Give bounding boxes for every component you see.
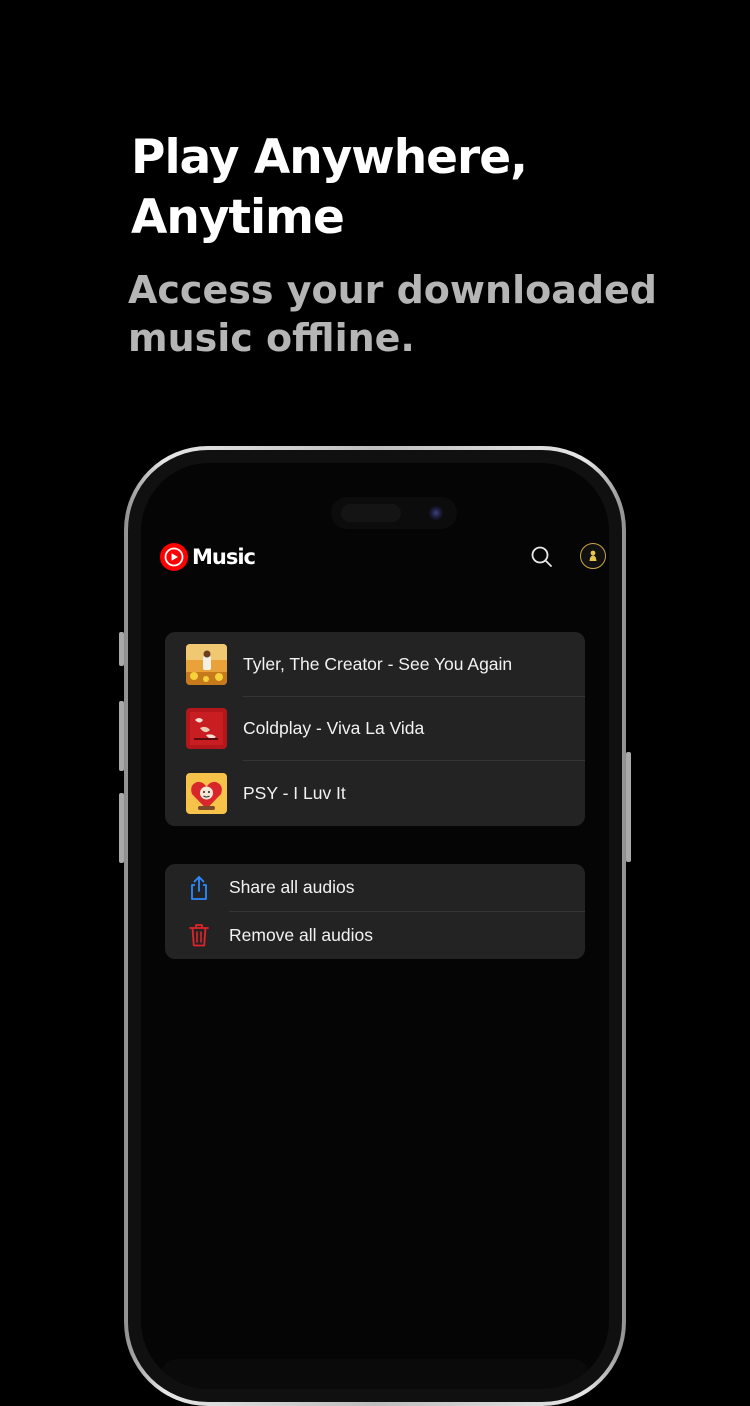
trash-icon bbox=[189, 924, 209, 947]
promo-subheadline-line-2: music offline. bbox=[128, 316, 415, 360]
promo-headline: Play Anywhere, Anytime bbox=[131, 128, 691, 248]
album-art-tyler bbox=[186, 643, 227, 685]
island-sensor bbox=[341, 504, 401, 522]
remove-all-label: Remove all audios bbox=[229, 924, 373, 945]
phone-screen: Music Tyler, The Creator - See You Again… bbox=[141, 463, 609, 1389]
share-all-button[interactable]: Share all audios bbox=[165, 864, 585, 912]
play-logo-icon bbox=[160, 543, 188, 571]
downloaded-songs-list: Tyler, The Creator - See You Again Coldp… bbox=[165, 632, 585, 826]
search-icon bbox=[531, 546, 552, 567]
promo-subheadline-line-1: Access your downloaded bbox=[128, 268, 658, 312]
promo-headline-line-2: Anytime bbox=[131, 190, 345, 245]
list-item[interactable]: Coldplay - Viva La Vida bbox=[165, 697, 585, 762]
search-button[interactable] bbox=[529, 544, 555, 570]
avatar[interactable] bbox=[580, 543, 606, 569]
remove-all-button[interactable]: Remove all audios bbox=[165, 912, 585, 960]
logo-text: Music bbox=[192, 545, 256, 569]
phone-power-button bbox=[626, 752, 631, 862]
share-icon bbox=[191, 875, 207, 900]
song-title: PSY - I Luv It bbox=[243, 783, 346, 804]
app-logo[interactable]: Music bbox=[160, 543, 256, 571]
app-header: Music bbox=[160, 541, 606, 575]
phone-bezel: Music Tyler, The Creator - See You Again… bbox=[128, 450, 622, 1402]
promo-headline-line-1: Play Anywhere, bbox=[131, 130, 528, 185]
dynamic-island bbox=[331, 497, 457, 529]
album-art-psy bbox=[186, 773, 227, 815]
phone-frame: Music Tyler, The Creator - See You Again… bbox=[124, 446, 626, 1406]
camera-icon bbox=[429, 506, 443, 520]
album-art-coldplay bbox=[186, 708, 227, 750]
list-item[interactable]: PSY - I Luv It bbox=[165, 761, 585, 826]
song-title: Coldplay - Viva La Vida bbox=[243, 718, 425, 739]
bottom-bar-shadow bbox=[161, 1359, 589, 1389]
bulk-actions-menu: Share all audios Remove all audios bbox=[165, 864, 585, 959]
list-item[interactable]: Tyler, The Creator - See You Again bbox=[165, 632, 585, 697]
song-title: Tyler, The Creator - See You Again bbox=[243, 653, 513, 674]
avatar-figure-icon bbox=[589, 550, 597, 561]
promo-subheadline: Access your downloaded music offline. bbox=[128, 266, 728, 362]
share-all-label: Share all audios bbox=[229, 877, 355, 898]
